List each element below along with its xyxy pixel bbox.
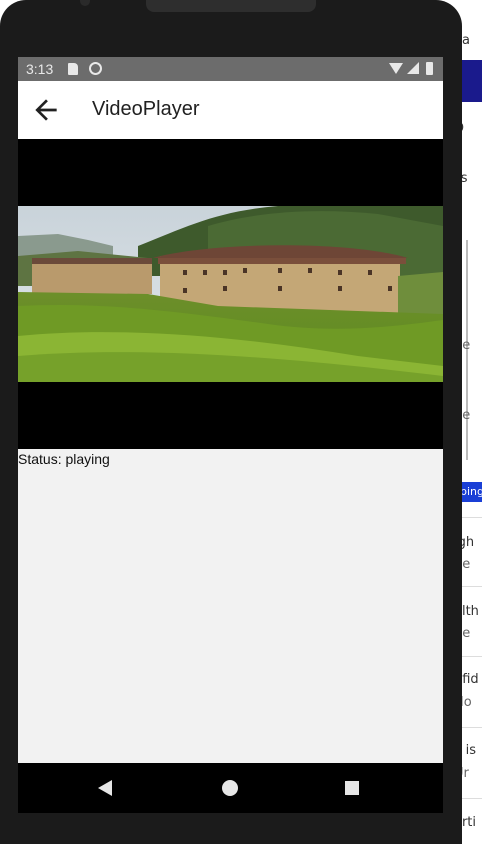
app-bar: VideoPlayer: [18, 81, 443, 139]
signal-icon: [407, 62, 419, 74]
camera: [80, 0, 90, 6]
recents-square-icon[interactable]: [345, 781, 359, 795]
navigation-bar: [18, 763, 443, 813]
video-thumbnail-image: [18, 206, 443, 382]
bg-blue-bar: [460, 60, 482, 102]
back-triangle-icon[interactable]: [98, 780, 112, 796]
phone-frame: 3:13 VideoPlayer Status: playing: [0, 0, 462, 844]
speaker-grille: [146, 0, 316, 12]
sd-card-icon: [68, 63, 78, 75]
page-title: VideoPlayer: [92, 98, 200, 120]
video-player[interactable]: [18, 139, 443, 449]
back-button[interactable]: [30, 94, 62, 126]
arrow-left-icon: [35, 99, 57, 121]
status-time: 3:13: [26, 61, 54, 77]
wifi-icon: [389, 63, 403, 74]
battery-icon: [426, 62, 433, 75]
status-bar: 3:13: [18, 57, 443, 81]
home-circle-icon[interactable]: [222, 780, 238, 796]
device-screen: 3:13 VideoPlayer Status: playing: [18, 57, 443, 813]
sync-icon: [89, 62, 102, 75]
video-frame: [18, 206, 443, 382]
playback-status: Status: playing: [18, 451, 110, 467]
